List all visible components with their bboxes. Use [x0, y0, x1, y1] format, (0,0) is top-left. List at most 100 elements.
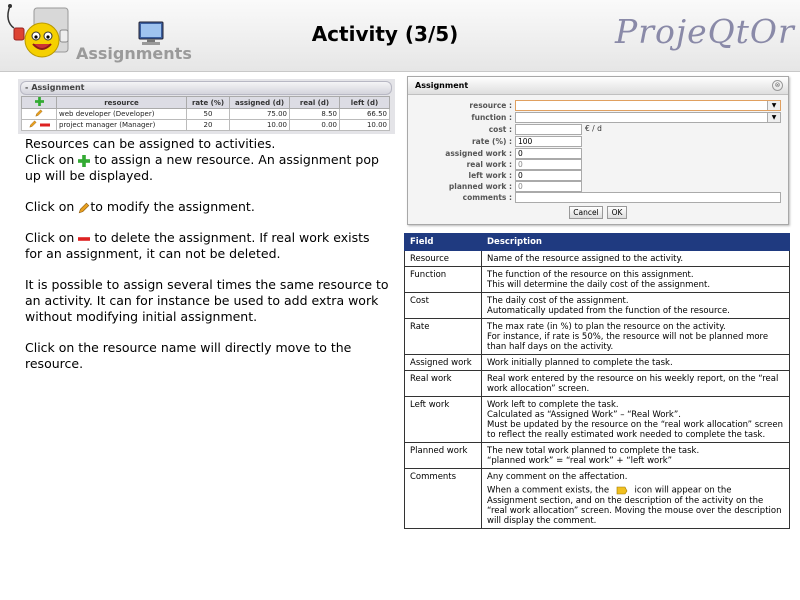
description-line: Name of the resource assigned to the act… — [487, 254, 684, 264]
function-label: function : — [471, 113, 512, 122]
real-value: 8.50 — [289, 108, 340, 120]
real-work-field: 0 — [515, 159, 582, 170]
comment-icon-note: When a comment exists, the icon will app… — [487, 485, 784, 526]
resource-link[interactable]: project manager (Manager) — [56, 119, 187, 131]
instruction-text: to modify the assignment. — [90, 199, 255, 214]
resource-row: resource : ▼ — [408, 100, 788, 111]
field-description-table: Field Description Resource Name of the r… — [404, 233, 790, 529]
field-description: The daily cost of the assignment. Automat… — [481, 292, 790, 319]
field-name: Function — [404, 266, 482, 293]
instruction-paragraph: Click on to delete the assignment. If re… — [25, 230, 390, 262]
chevron-down-icon[interactable]: ▼ — [767, 101, 780, 110]
real-work-row: real work : 0 — [408, 159, 788, 170]
instruction-paragraph: Resources can be assigned to activities.… — [25, 136, 390, 184]
edit-icon[interactable] — [34, 109, 44, 117]
col-left: left (d) — [339, 96, 390, 109]
left-work-field[interactable]: 0 — [515, 170, 582, 181]
dialog-title-bar: Assignment — [408, 77, 788, 95]
add-icon[interactable] — [34, 97, 44, 106]
chevron-down-icon[interactable]: ▼ — [767, 113, 780, 122]
field-description: Real work entered by the resource on his… — [481, 370, 790, 397]
ok-button[interactable]: OK — [607, 206, 627, 219]
comments-label: comments : — [462, 193, 512, 202]
rate-value: 20 — [186, 119, 230, 131]
description-header: Description — [481, 233, 790, 251]
field-name: Left work — [404, 396, 482, 443]
row-actions — [21, 108, 57, 120]
field-name: Cost — [404, 292, 482, 319]
assignment-section: - Assignment resource rate (%) assigned (… — [18, 79, 395, 134]
table-row: Comments Any comment on the affectation.… — [404, 468, 790, 529]
field-description: Work initially planned to complete the t… — [481, 354, 790, 371]
function-row: function : ▼ — [408, 112, 788, 123]
brand-name: ProjeQtOr — [615, 12, 795, 51]
assignment-section-header[interactable]: - Assignment — [20, 81, 392, 95]
cost-field[interactable] — [515, 124, 582, 135]
close-icon[interactable]: ⊗ — [772, 80, 783, 91]
description-line: When a comment exists, the — [487, 485, 610, 496]
rate-field[interactable]: 100 — [515, 136, 582, 147]
description-line: For instance, if rate is 50%, the resour… — [487, 332, 769, 352]
logo-text: Assignments — [76, 44, 192, 63]
comment-icon — [616, 486, 628, 495]
cancel-button[interactable]: Cancel — [569, 206, 603, 219]
left-value: 10.00 — [339, 119, 390, 131]
description-line: The function of the resource on this ass… — [487, 270, 694, 280]
table-row: Real work Real work entered by the resou… — [404, 370, 790, 397]
instruction-text: Resources can be assigned to activities. — [25, 136, 276, 151]
edit-icon[interactable] — [28, 120, 38, 128]
field-name: Comments — [404, 468, 482, 529]
resource-select[interactable]: ▼ — [515, 100, 781, 111]
table-row: Cost The daily cost of the assignment. Au… — [404, 292, 790, 319]
dialog-title: Assignment — [415, 81, 469, 90]
assigned-work-field[interactable]: 0 — [515, 148, 582, 159]
table-row: Function The function of the resource on… — [404, 266, 790, 293]
resource-link[interactable]: web developer (Developer) — [56, 108, 187, 120]
description-line: Any comment on the affectation. — [487, 472, 628, 482]
field-name: Real work — [404, 370, 482, 397]
table-row: Assigned work Work initially planned to … — [404, 354, 790, 371]
cost-unit: € / d — [585, 124, 602, 133]
planned-work-label: planned work : — [448, 182, 512, 191]
table-header-row: Field Description — [404, 233, 790, 251]
cost-label: cost : — [488, 125, 512, 134]
resource-label: resource : — [469, 101, 512, 110]
rate-row: rate (%) : 100 — [408, 136, 788, 147]
delete-icon — [78, 236, 91, 241]
description-line: Must be updated by the resource on the “… — [487, 420, 783, 440]
col-rate: rate (%) — [186, 96, 230, 109]
left-work-row: left work : 0 — [408, 170, 788, 181]
assigned-value: 75.00 — [229, 108, 290, 120]
field-header: Field — [404, 233, 482, 251]
assignment-dialog: Assignment ⊗ resource : ▼ function : ▼ c… — [407, 76, 789, 225]
field-description: Any comment on the affectation. When a c… — [481, 468, 790, 529]
instruction-text: Click on — [25, 152, 75, 167]
comments-field[interactable] — [515, 192, 781, 203]
add-assignment-cell[interactable] — [21, 96, 57, 109]
description-line: The max rate (in %) to plan the resource… — [487, 322, 726, 332]
real-work-label: real work : — [466, 160, 512, 169]
instruction-text: Click on — [25, 199, 75, 214]
field-name: Planned work — [404, 442, 482, 469]
assigned-value: 10.00 — [229, 119, 290, 131]
function-select[interactable]: ▼ — [515, 112, 781, 123]
collapse-sign: - — [25, 83, 29, 92]
instruction-paragraph: Click on the resource name will directly… — [25, 340, 352, 371]
field-description: Name of the resource assigned to the act… — [481, 250, 790, 267]
page-header: Assignments Activity (3/5) ProjeQtOr — [0, 0, 800, 72]
instruction-paragraph: It is possible to assign several times t… — [25, 277, 389, 324]
delete-icon[interactable] — [40, 122, 51, 128]
instruction-text: to delete the assignment. If real work e… — [25, 230, 370, 261]
left-value: 66.50 — [339, 108, 390, 120]
cost-row: cost : € / d — [408, 124, 788, 135]
field-name: Rate — [404, 318, 482, 355]
planned-work-row: planned work : 0 — [408, 181, 788, 192]
real-value: 0.00 — [289, 119, 340, 131]
assignment-table: resource rate (%) assigned (d) real (d) … — [21, 96, 390, 131]
rate-value: 50 — [186, 108, 230, 120]
description-line: This will determine the daily cost of th… — [487, 280, 711, 290]
instruction-text: Click on — [25, 230, 75, 245]
instructions: Resources can be assigned to activities.… — [25, 136, 390, 387]
assigned-work-label: assigned work : — [445, 149, 512, 158]
table-row: web developer (Developer) 50 75.00 8.50 … — [21, 108, 390, 120]
